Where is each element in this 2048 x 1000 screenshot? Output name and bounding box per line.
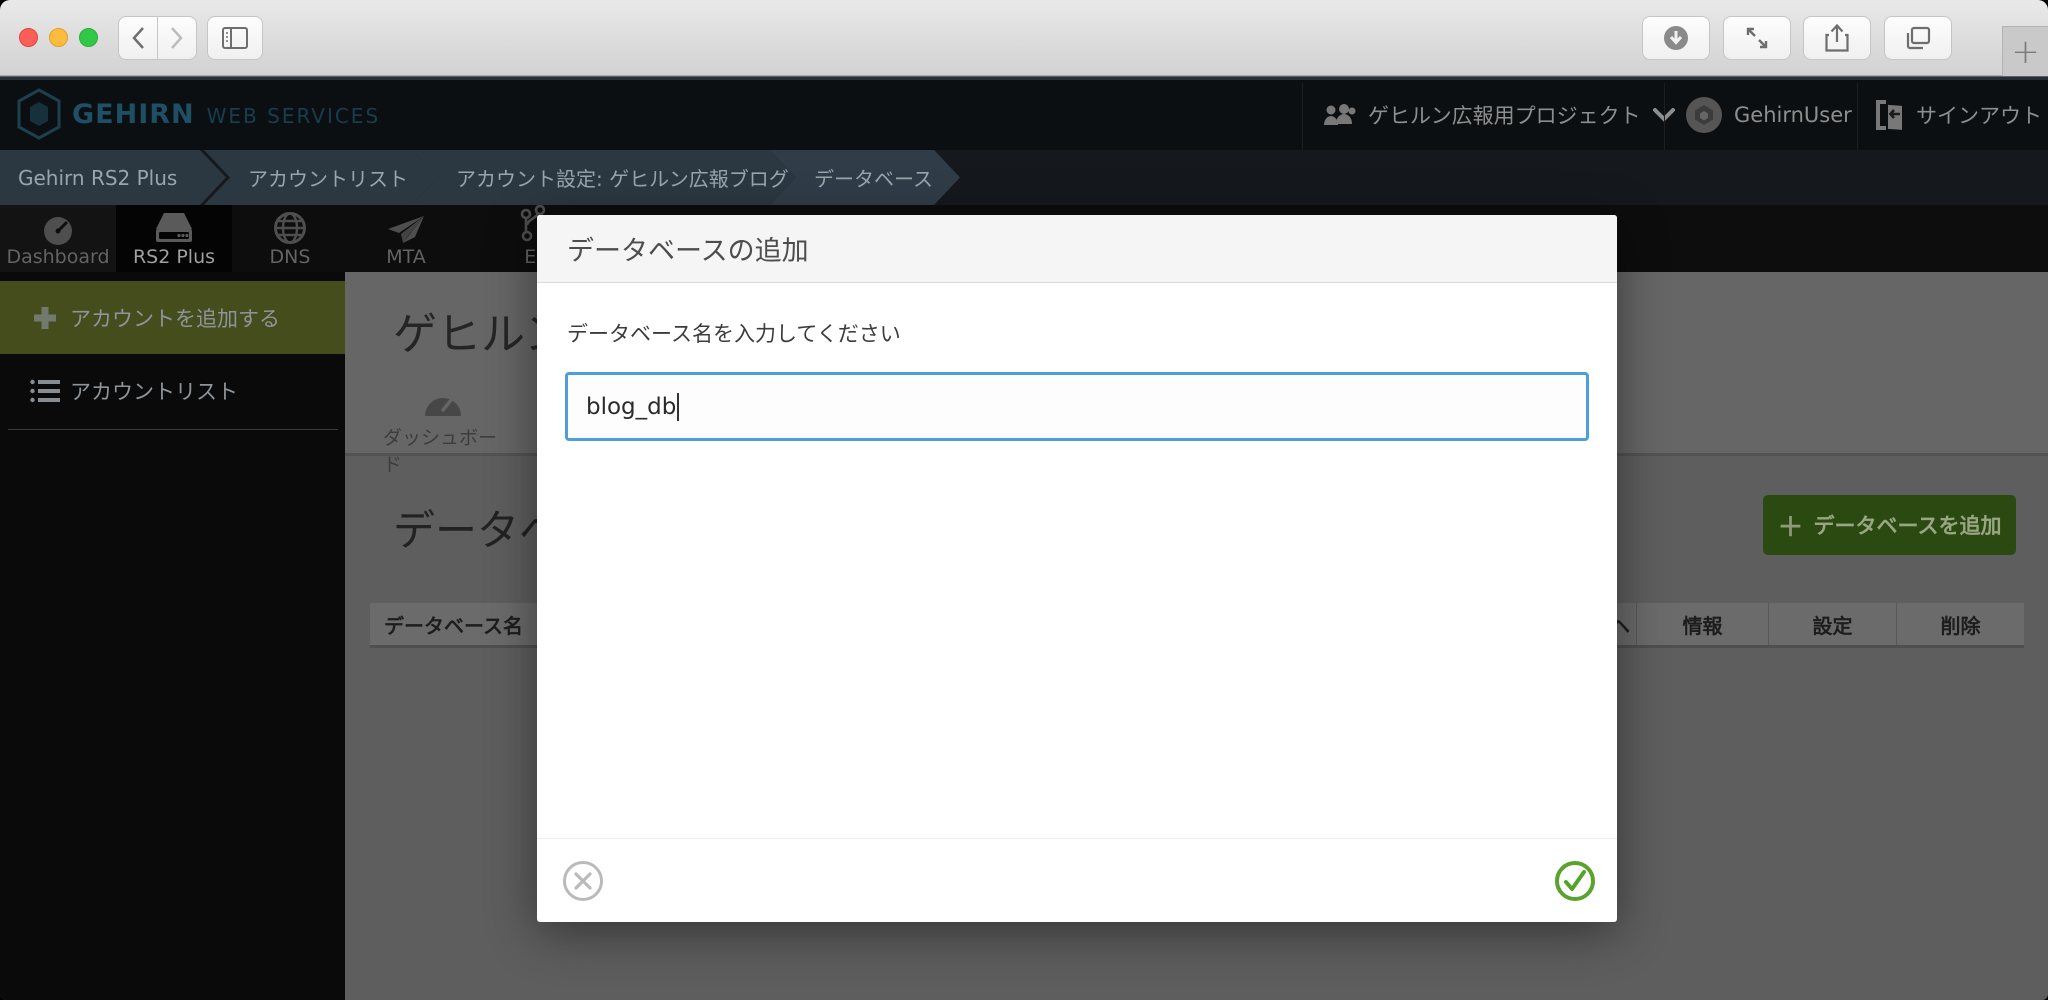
download-circle-icon (1664, 26, 1688, 50)
toggle-sidebar-button[interactable] (207, 16, 263, 60)
browser-toolbar: + (0, 0, 2048, 76)
cancel-button[interactable] (563, 861, 603, 901)
modal-title: データベースの追加 (567, 236, 809, 267)
confirm-button[interactable] (1555, 861, 1595, 901)
downloads-button[interactable] (1642, 16, 1710, 60)
forward-button[interactable] (157, 16, 197, 60)
plus-icon: + (2011, 31, 2040, 72)
tab-overview-button[interactable] (1884, 16, 1952, 60)
fullscreen-button[interactable] (1723, 16, 1791, 60)
share-button[interactable] (1803, 16, 1871, 60)
modal-footer (537, 838, 1617, 922)
database-name-input[interactable]: blog_db (565, 372, 1589, 441)
text-caret (677, 392, 680, 421)
back-button[interactable] (118, 16, 158, 60)
x-icon (574, 872, 592, 890)
input-value: blog_db (586, 393, 677, 420)
fullscreen-arrows-icon (1746, 27, 1768, 49)
tab-overview-icon (1906, 26, 1931, 50)
sidebar-panel-icon (222, 27, 248, 49)
check-icon (1564, 870, 1586, 891)
browser-window: + GEHIRN WEB SERVICES ゲヒルン広報用プロジェクト Gehi… (0, 0, 2048, 1000)
zoom-window-button[interactable] (79, 28, 98, 47)
minimize-window-button[interactable] (49, 28, 68, 47)
chevron-right-icon (171, 27, 183, 49)
share-up-arrow-icon (1825, 24, 1849, 52)
chevron-left-icon (132, 27, 144, 49)
database-name-label: データベース名を入力してください (567, 322, 901, 346)
add-database-modal: データベースの追加 データベース名を入力してください blog_db (537, 215, 1617, 922)
modal-header: データベースの追加 (537, 215, 1617, 283)
close-window-button[interactable] (19, 28, 38, 47)
new-tab-button[interactable]: + (2002, 26, 2048, 76)
